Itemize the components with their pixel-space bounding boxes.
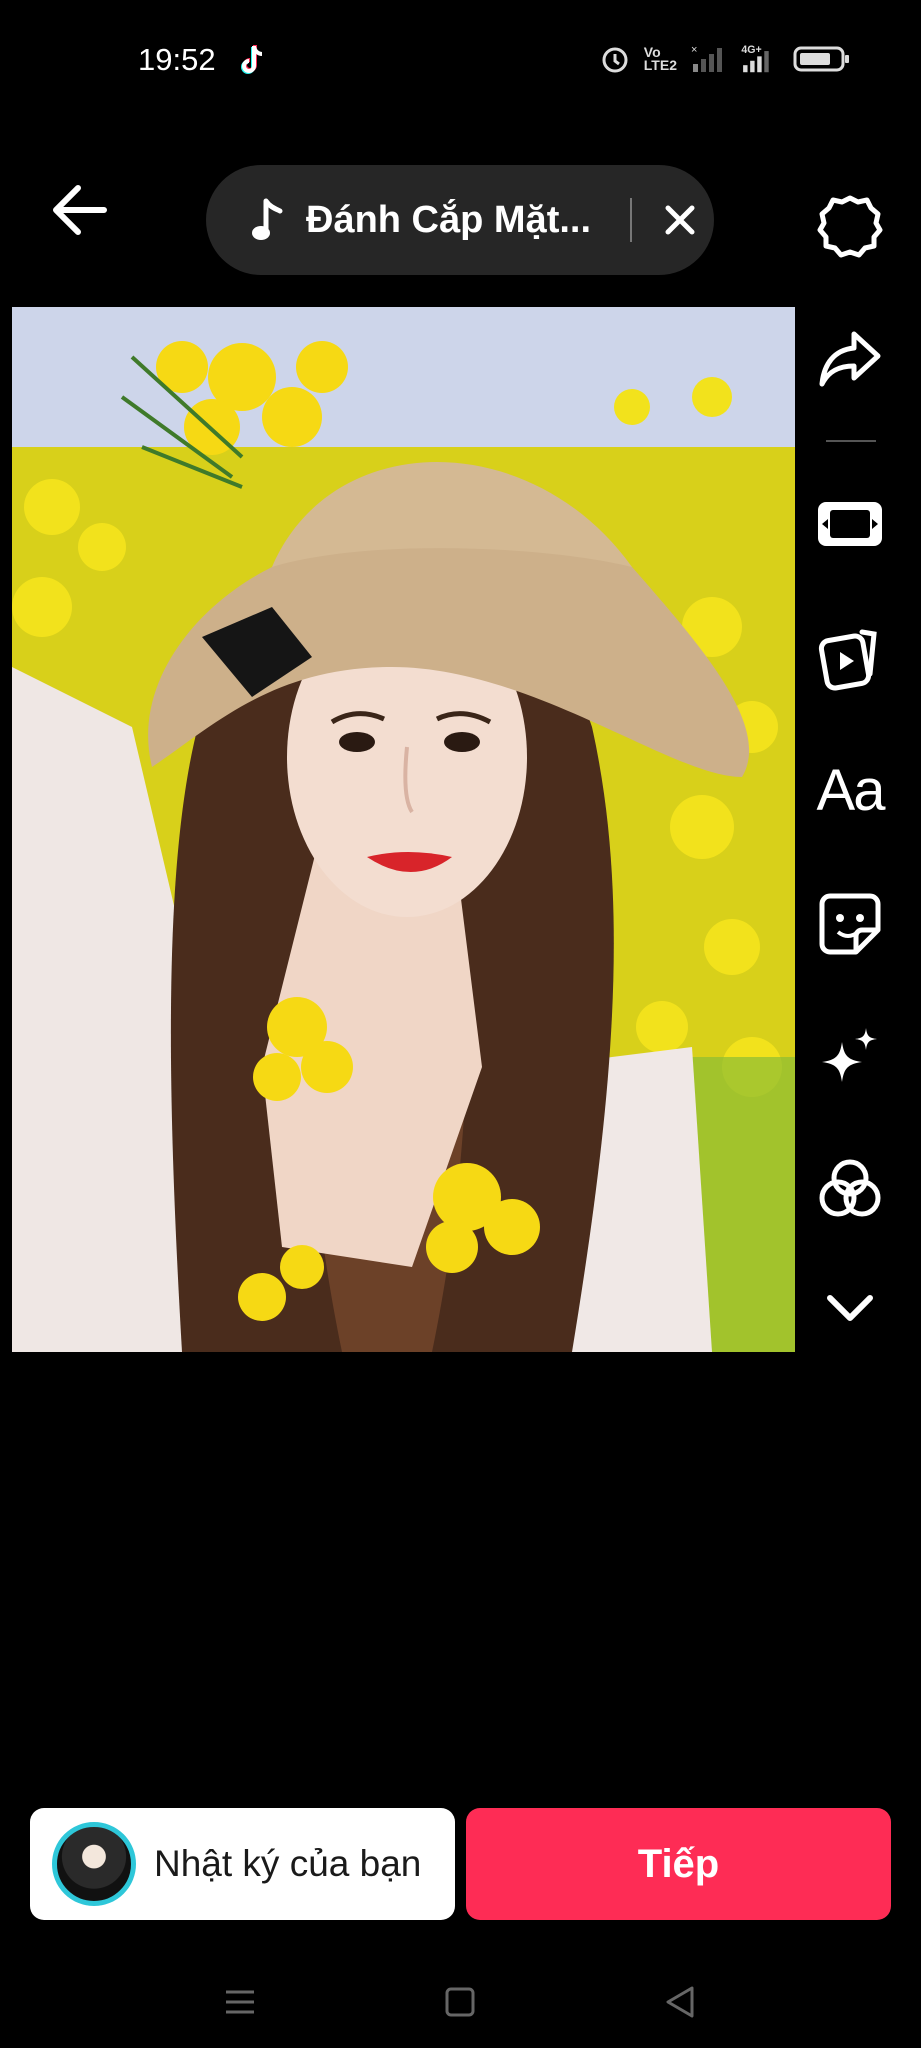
battery-icon [793,46,849,72]
template-icon [818,629,877,691]
music-note-icon [252,198,283,240]
avatar [52,1822,136,1906]
svg-text:4G+: 4G+ [741,44,761,56]
close-icon[interactable] [662,202,698,238]
effects-button[interactable] [808,1018,892,1098]
diary-label: Nhật ký của bạn [154,1843,422,1884]
toolbar-divider [826,440,876,442]
aspect-ratio-button[interactable] [808,484,892,564]
status-bar: 19:52 Vo LTE2 × 4G+ [0,0,921,120]
svg-text:×: × [691,44,697,56]
sticker-button[interactable] [808,884,892,964]
status-time: 19:52 [138,42,216,77]
filters-button[interactable] [808,1150,892,1230]
pill-divider [630,198,632,242]
photo-illustration [12,307,795,1352]
music-title[interactable]: Đánh Cắp Mặt... [306,199,606,242]
photo-preview[interactable] [12,307,795,1352]
text-button[interactable]: Aa [808,750,892,830]
back-arrow-icon[interactable] [48,180,112,240]
signal-1-icon: × [691,44,722,72]
status-icons: Vo LTE2 × 4G+ [600,44,851,74]
filters-icon [819,1159,881,1217]
volte-icon: Vo LTE2 [643,44,677,73]
sticker-icon [819,893,881,955]
next-button[interactable]: Tiếp [466,1808,891,1920]
share-arrow-icon [819,331,881,387]
text-icon: Aa [816,757,886,823]
template-button[interactable] [808,618,892,698]
back-triangle-icon[interactable] [660,1982,700,2022]
effects-sparkle-icon [822,1028,877,1082]
tiktok-icon [241,45,263,74]
music-selector[interactable]: Đánh Cắp Mặt... [206,165,714,275]
settings-icon [817,195,883,258]
more-tools-button[interactable] [808,1268,892,1348]
home-square-icon[interactable] [440,1982,480,2022]
system-nav-bar [0,1960,921,2048]
settings-button[interactable] [808,186,892,266]
share-button[interactable] [808,318,892,398]
alarm-icon [602,47,628,73]
your-diary-button[interactable]: Nhật ký của bạn [30,1808,455,1920]
chevron-down-icon [827,1295,873,1321]
menu-icon[interactable] [220,1982,260,2022]
signal-4g-icon: 4G+ [741,44,769,73]
aspect-ratio-icon [818,502,882,546]
